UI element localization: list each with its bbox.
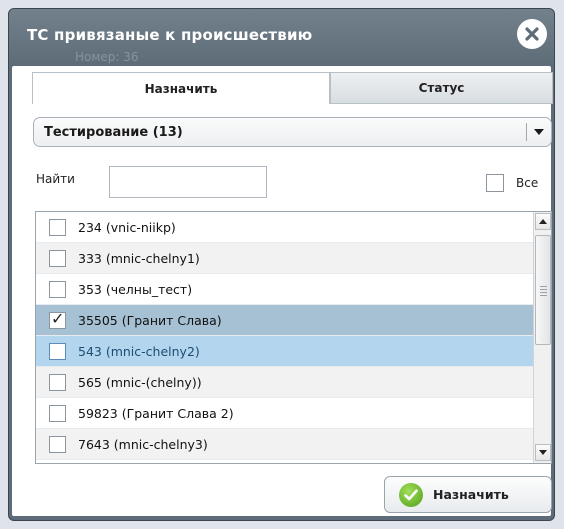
search-input[interactable] bbox=[109, 166, 267, 198]
list-item[interactable]: 353 (челны_тест) bbox=[36, 274, 533, 305]
scroll-up-button[interactable] bbox=[535, 213, 551, 230]
list-item[interactable]: 565 (mnic-(chelny)) bbox=[36, 367, 533, 398]
list-item[interactable]: 333 (mnic-chelny1) bbox=[36, 243, 533, 274]
tab-bar: Назначить Статус bbox=[32, 72, 553, 104]
arrow-down-icon bbox=[539, 450, 547, 455]
checkmark-icon: ✓ bbox=[51, 308, 65, 328]
list-item-checkbox[interactable]: ✓ bbox=[49, 308, 66, 329]
list-item-checkbox[interactable] bbox=[49, 342, 66, 360]
tab-status[interactable]: Статус bbox=[330, 72, 553, 104]
dialog-body: Назначить Статус Тестирование (13) Найти… bbox=[12, 66, 553, 516]
grip-line bbox=[540, 295, 547, 296]
list-item-label: 7643 (mnic-chelny3) bbox=[78, 436, 208, 452]
vehicle-list: 234 (vnic-niikp) 333 (mnic-chelny1) 353 … bbox=[35, 211, 552, 464]
list-scrollbar[interactable] bbox=[533, 212, 551, 463]
group-select[interactable]: Тестирование (13) bbox=[33, 117, 552, 147]
close-icon bbox=[525, 27, 539, 41]
list-item[interactable]: 234 (vnic-niikp) bbox=[36, 212, 533, 243]
list-item-checkbox[interactable] bbox=[49, 218, 66, 236]
tab-assign[interactable]: Назначить bbox=[32, 72, 330, 104]
list-item-checkbox[interactable] bbox=[49, 280, 66, 298]
group-select-value: Тестирование (13) bbox=[44, 124, 183, 140]
scrollbar-thumb[interactable] bbox=[535, 235, 551, 345]
dialog-titlebar[interactable]: Номер: 36 ТС привязаные к происшествию bbox=[9, 9, 554, 64]
list-item-hovered[interactable]: 543 (mnic-chelny2) bbox=[36, 336, 533, 367]
list-item-checkbox[interactable] bbox=[49, 404, 66, 422]
grip-line bbox=[540, 292, 547, 293]
list-item[interactable]: 59823 (Гранит Слава 2) bbox=[36, 398, 533, 429]
list-item-label: 565 (mnic-(chelny)) bbox=[78, 374, 202, 390]
chevron-down-icon bbox=[527, 129, 551, 135]
checkmark-circle-icon bbox=[399, 482, 423, 507]
select-all-label: Все bbox=[516, 176, 539, 190]
search-label: Найти bbox=[36, 172, 75, 186]
background-text: Номер: 36 bbox=[75, 50, 139, 64]
assign-button[interactable]: Назначить bbox=[384, 476, 552, 513]
list-item-label: 59823 (Гранит Слава 2) bbox=[78, 405, 234, 421]
list-item-label: 543 (mnic-chelny2) bbox=[78, 343, 200, 359]
select-all-checkbox[interactable] bbox=[486, 174, 504, 192]
close-button[interactable] bbox=[517, 19, 547, 49]
list-item-checkbox[interactable] bbox=[49, 249, 66, 267]
dialog-title: ТС привязаные к происшествию bbox=[27, 26, 313, 44]
grip-line bbox=[540, 286, 547, 287]
scroll-down-button[interactable] bbox=[535, 444, 551, 461]
list-item-label: 234 (vnic-niikp) bbox=[78, 219, 176, 235]
list-item-checkbox[interactable] bbox=[49, 435, 66, 453]
list-item-selected[interactable]: ✓ 35505 (Гранит Слава) bbox=[36, 305, 533, 336]
list-item-label: 35505 (Гранит Слава) bbox=[78, 312, 222, 328]
list-item[interactable]: 7643 (mnic-chelny3) bbox=[36, 429, 533, 460]
grip-line bbox=[540, 289, 547, 290]
list-item-checkbox[interactable] bbox=[49, 373, 66, 391]
assign-button-label: Назначить bbox=[433, 487, 509, 502]
list-item-label: 333 (mnic-chelny1) bbox=[78, 250, 200, 266]
arrow-up-icon bbox=[539, 219, 547, 224]
assign-vehicles-dialog: Номер: 36 ТС привязаные к происшествию Н… bbox=[8, 8, 555, 521]
list-item-label: 353 (челны_тест) bbox=[78, 281, 193, 297]
